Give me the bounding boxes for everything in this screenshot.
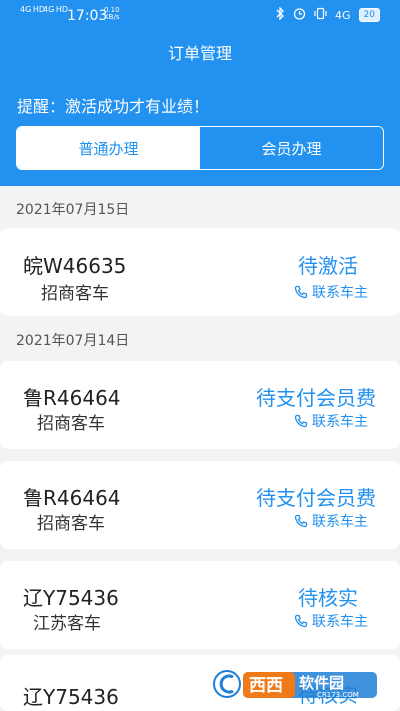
- plate-number: 辽Y75436: [23, 685, 119, 709]
- status-bar: 4G HD 4G HD 17:03 0.10 KB/s 4G 20: [0, 0, 400, 30]
- order-status: 待支付会员费: [256, 486, 376, 510]
- plate-number: 皖W46635: [23, 254, 127, 278]
- order-card[interactable]: 皖W46635 招商客车 待激活 联系车主: [0, 228, 400, 316]
- handling-type-tabs: 普通办理 会员办理: [16, 126, 384, 170]
- order-status: 待激活: [298, 254, 358, 278]
- vehicle-type: 招商客车: [41, 284, 109, 304]
- site-watermark-logo: 西西 软件园 CR173.COM: [213, 664, 381, 704]
- signal-icon: 4G HD: [20, 5, 46, 14]
- contact-owner-button[interactable]: 联系车主: [294, 611, 368, 631]
- svg-text:西西: 西西: [249, 676, 283, 696]
- vehicle-type: 江苏客车: [33, 614, 101, 634]
- tab-regular[interactable]: 普通办理: [17, 127, 200, 169]
- contact-owner-button[interactable]: 联系车主: [294, 511, 368, 531]
- tab-member[interactable]: 会员办理: [200, 127, 383, 169]
- vibrate-icon: [314, 7, 327, 23]
- svg-text:软件园: 软件园: [299, 674, 344, 692]
- network-speed: 0.10 KB/s: [104, 6, 120, 21]
- date-header: 2021年07月14日: [16, 333, 130, 349]
- plate-number: 鲁R46464: [23, 486, 121, 510]
- phone-icon: [294, 514, 308, 528]
- network-type-icon: 4G: [335, 8, 351, 22]
- page-title: 订单管理: [167, 44, 232, 63]
- date-header: 2021年07月15日: [16, 202, 130, 218]
- order-card[interactable]: 辽Y75436 江苏客车 待核实 联系车主: [0, 561, 400, 649]
- battery-icon: 20: [358, 8, 380, 22]
- phone-icon: [294, 614, 308, 628]
- clock: 17:03: [67, 8, 108, 24]
- header-bar: 4G HD 4G HD 17:03 0.10 KB/s 4G 20 订单管理 提…: [0, 0, 400, 186]
- alarm-icon: [293, 7, 306, 23]
- order-status: 待核实: [298, 586, 358, 610]
- vehicle-type: 招商客车: [37, 514, 105, 534]
- vehicle-type: 招商客车: [37, 414, 105, 434]
- order-status: 待支付会员费: [256, 386, 376, 410]
- plate-number: 辽Y75436: [23, 586, 119, 610]
- contact-owner-button[interactable]: 联系车主: [294, 282, 368, 302]
- signal-icon-2: 4G HD: [43, 5, 69, 14]
- phone-icon: [294, 285, 308, 299]
- contact-owner-button[interactable]: 联系车主: [294, 411, 368, 431]
- order-card[interactable]: 鲁R46464 招商客车 待支付会员费 联系车主: [0, 361, 400, 449]
- svg-text:CR173.COM: CR173.COM: [317, 691, 359, 699]
- phone-icon: [294, 414, 308, 428]
- reminder-text: 提醒：激活成功才有业绩！: [17, 97, 210, 116]
- order-card[interactable]: 鲁R46464 招商客车 待支付会员费 联系车主: [0, 461, 400, 549]
- bluetooth-icon: [276, 6, 285, 23]
- plate-number: 鲁R46464: [23, 386, 121, 410]
